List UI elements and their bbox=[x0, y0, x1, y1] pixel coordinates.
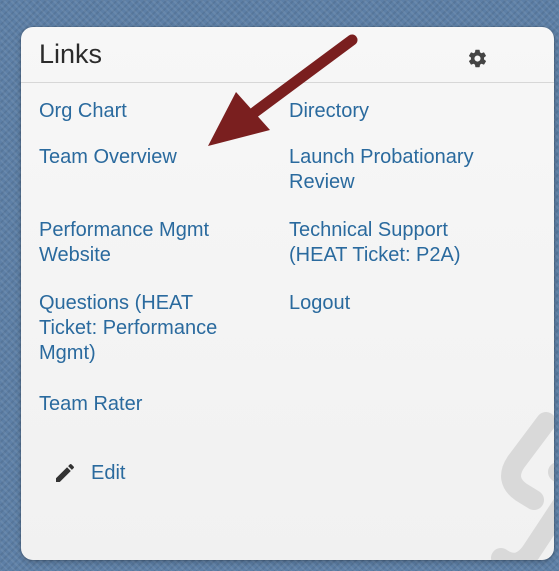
link-logout[interactable]: Logout bbox=[289, 291, 519, 316]
pencil-icon bbox=[56, 463, 75, 482]
link-org-chart[interactable]: Org Chart bbox=[39, 99, 269, 124]
link-technical-support[interactable]: Technical Support (HEAT Ticket: P2A) bbox=[289, 218, 519, 268]
chain-link-icon bbox=[491, 412, 554, 560]
link-team-rater[interactable]: Team Rater bbox=[39, 392, 269, 417]
link-directory[interactable]: Directory bbox=[289, 99, 519, 124]
widget-title: Links bbox=[39, 39, 103, 69]
gear-icon[interactable] bbox=[467, 48, 488, 69]
widget-header: Links bbox=[21, 27, 554, 83]
link-team-overview[interactable]: Team Overview bbox=[39, 145, 269, 170]
edit-button[interactable]: Edit bbox=[53, 461, 125, 485]
edit-label: Edit bbox=[91, 461, 126, 484]
link-performance-mgmt-website[interactable]: Performance Mgmt Website bbox=[39, 218, 269, 268]
link-launch-probationary-review[interactable]: Launch Probationary Review bbox=[289, 145, 519, 195]
link-questions-heat-ticket[interactable]: Questions (HEAT Ticket: Performance Mgmt) bbox=[39, 291, 269, 366]
links-widget: Links Org Chart Team Overview Performanc… bbox=[21, 27, 554, 560]
